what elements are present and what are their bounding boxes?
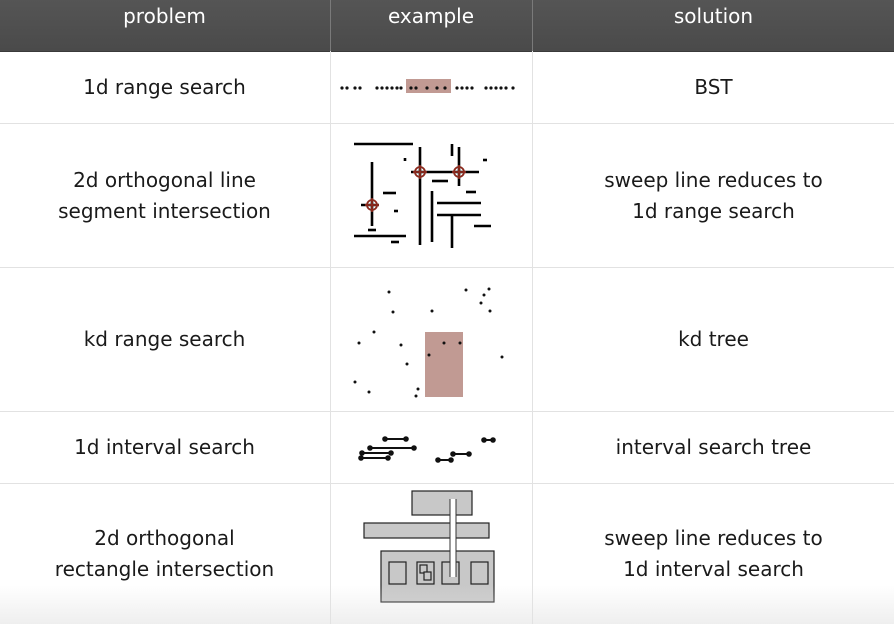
solution-text: sweep line reduces to [604,167,823,192]
solution-cell: BST [533,51,894,123]
solution-cell: kd tree [533,268,894,411]
problem-cell: 1d interval search [0,412,329,483]
header-example: example [387,3,475,28]
problem-text: 1d range search [83,74,246,99]
solution-text: kd tree [678,327,749,351]
solution-cell: interval search tree [533,412,894,483]
header-solution: solution [673,3,754,28]
header-problem: problem [123,3,206,28]
example-cell [331,484,531,624]
1d-range-search-illustration [340,79,515,93]
problem-text: 2d orthogonal line [73,167,256,192]
problem-cell: 2d orthogonal line segment intersection [0,124,329,267]
problem-cell: 1d range search [0,51,329,123]
table-row: kd range search kd tree [0,268,894,412]
solution-text: sweep line reduces to [604,526,823,550]
example-cell [331,124,531,267]
problem-cell: 2d orthogonal rectangle intersection [0,484,329,624]
table-row: 2d orthogonal rectangle intersection swe… [0,484,894,624]
table-row: 1d interval search interval search tree [0,412,894,484]
kd-range-search-illustration [353,287,504,398]
example-cell [331,51,531,123]
problem-text: 1d interval search [74,435,255,459]
summary-table: problem example solution 1d range search [0,0,894,624]
solution-text: BST [694,74,733,99]
problem-text: segment intersection [58,198,271,223]
solution-cell: sweep line reduces to 1d interval search [533,484,894,624]
problem-text: kd range search [83,327,246,351]
solution-text: 1d interval search [623,557,804,581]
solution-text: interval search tree [615,435,812,459]
solution-text: 1d range search [632,198,795,223]
problem-text: 2d orthogonal [94,526,235,550]
table-row: 2d orthogonal line segment intersection [0,124,894,268]
example-cell [331,412,531,483]
solution-cell: sweep line reduces to 1d range search [533,124,894,267]
rectangle-intersection-illustration [363,490,495,603]
problem-cell: kd range search [0,268,329,411]
table-row: 1d range search BST [0,51,894,124]
line-segment-intersection-illustration [354,142,491,248]
example-cell [331,268,531,411]
table-header: problem example solution [0,0,894,52]
problem-text: rectangle intersection [54,557,275,581]
interval-search-illustration [358,436,496,463]
